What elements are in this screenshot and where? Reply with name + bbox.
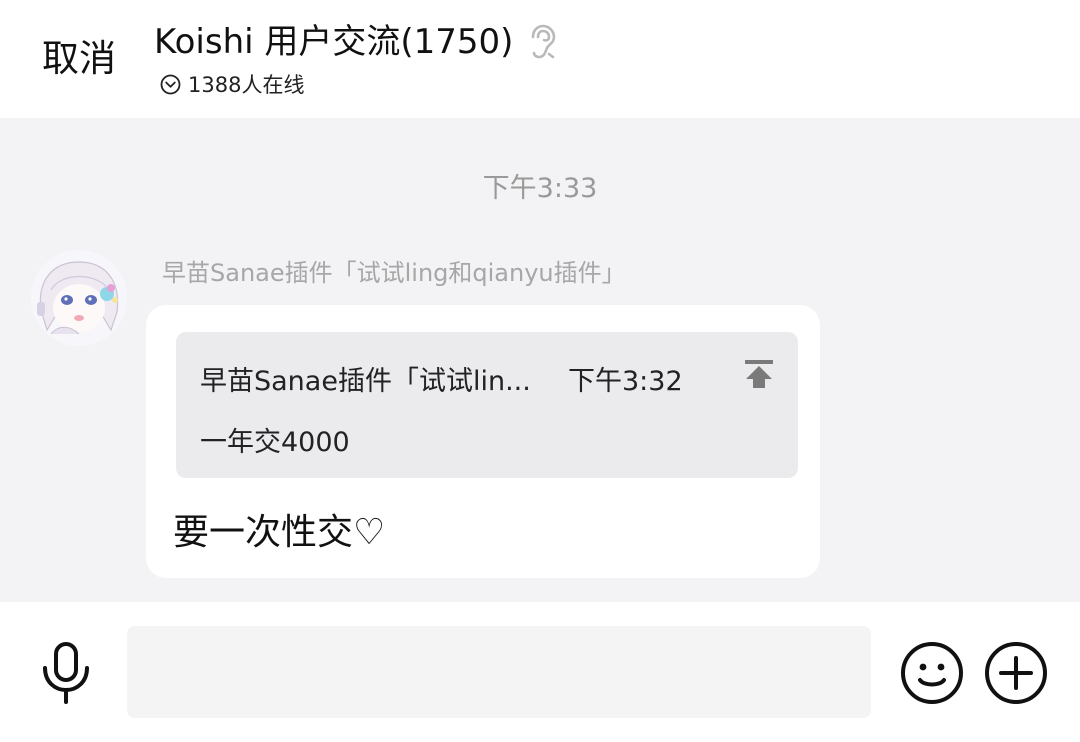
message-timestamp: 下午3:33	[482, 173, 598, 204]
microphone-icon[interactable]	[38, 640, 94, 706]
avatar[interactable]	[31, 250, 127, 346]
online-status[interactable]: 1388人在线	[160, 70, 304, 98]
quote-text: 一年交4000	[200, 427, 350, 458]
online-count: 1388人在线	[188, 73, 305, 97]
message-text: 要一次性交♡	[173, 512, 386, 553]
quoted-message[interactable]: 早苗Sanae插件「试试lin... 下午3:32 一年交4000	[176, 332, 798, 478]
jump-to-top-icon[interactable]	[741, 356, 777, 392]
chat-header: 取消 Koishi 用户交流(1750) 1388人在线	[0, 0, 1080, 118]
chevron-down-circle-icon	[160, 74, 181, 95]
ear-icon[interactable]	[527, 23, 557, 61]
plus-circle-icon[interactable]	[983, 640, 1049, 706]
smiley-icon[interactable]	[899, 640, 965, 706]
group-title[interactable]: Koishi 用户交流(1750)	[154, 19, 513, 65]
sender-name[interactable]: 早苗Sanae插件「试试ling和qianyu插件」	[162, 253, 626, 288]
title-row: Koishi 用户交流(1750)	[154, 18, 557, 66]
message-input[interactable]	[127, 626, 871, 718]
input-bar	[0, 602, 1080, 742]
cancel-button[interactable]: 取消	[42, 36, 116, 82]
message-bubble[interactable]: 早苗Sanae插件「试试lin... 下午3:32 一年交4000 要一次性交♡	[146, 305, 820, 578]
quote-sender: 早苗Sanae插件「试试lin...	[200, 366, 531, 397]
quote-time: 下午3:32	[568, 366, 683, 397]
